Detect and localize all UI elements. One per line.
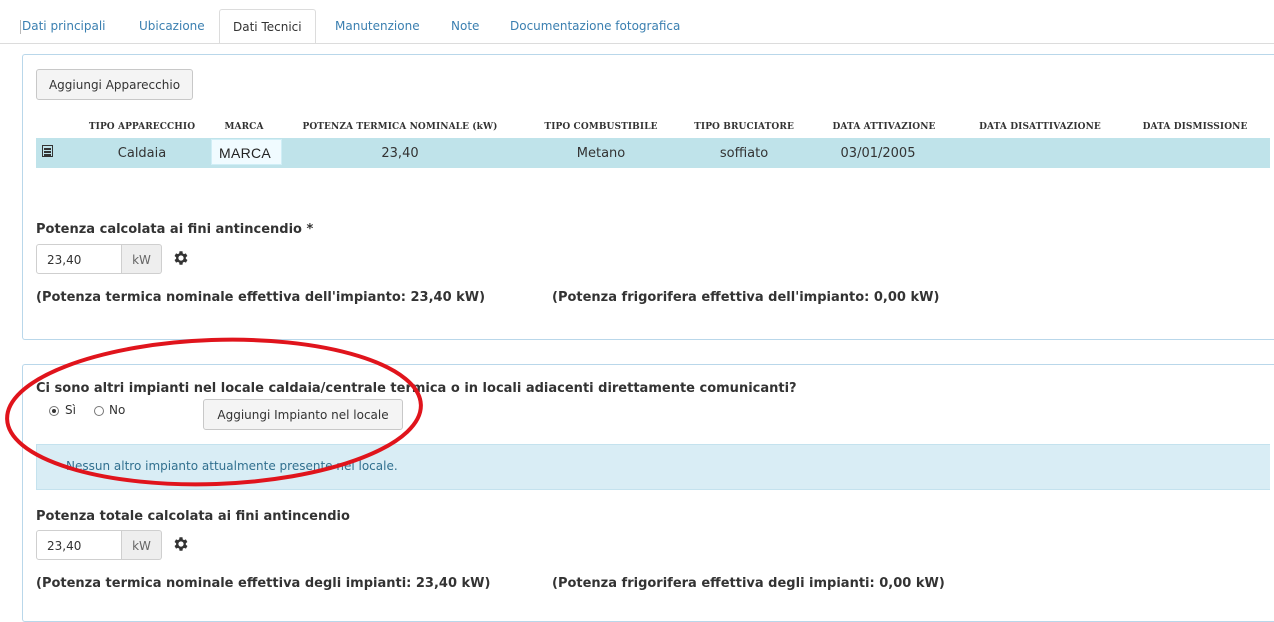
add-impianto-button[interactable]: Aggiungi Impianto nel locale — [203, 399, 403, 430]
potenza-frigorifera-impianti-note: (Potenza frigorifera effettiva degli imp… — [552, 576, 945, 591]
potenza-antincendio-input[interactable]: 23,40 — [36, 244, 122, 274]
tab-dati-principali[interactable]: Dati principali — [22, 19, 106, 33]
tab-manutenzione[interactable]: Manutenzione — [335, 19, 420, 33]
column-header: POTENZA TERMICA NOMINALE (kW) — [302, 122, 498, 132]
radio-si[interactable] — [49, 406, 59, 416]
gear-icon[interactable] — [172, 535, 190, 553]
list-icon[interactable] — [42, 145, 53, 157]
tab-ubicazione[interactable]: Ubicazione — [139, 19, 205, 33]
tab-divider — [20, 20, 21, 34]
column-header: TIPO BRUCIATORE — [694, 122, 794, 132]
tab-bar: Dati principali Ubicazione Dati Tecnici … — [0, 0, 1274, 44]
radio-si-label[interactable]: Sì — [65, 403, 76, 417]
potenza-totale-label: Potenza totale calcolata ai fini antince… — [36, 509, 350, 524]
gear-icon[interactable] — [172, 249, 190, 267]
cell-data-attivazione: 03/01/2005 — [840, 146, 916, 161]
column-header: MARCA — [224, 122, 264, 132]
unit-addon: kW — [122, 244, 162, 274]
potenza-termica-impianti-note: (Potenza termica nominale effettiva degl… — [36, 576, 491, 591]
tab-documentazione-fotografica[interactable]: Documentazione fotografica — [510, 19, 680, 33]
column-header: TIPO APPARECCHIO — [88, 122, 196, 132]
cell-tipo-combustibile: Metano — [576, 146, 626, 161]
altri-impianti-question: Ci sono altri impianti nel locale caldai… — [36, 381, 797, 396]
tab-note[interactable]: Note — [451, 19, 479, 33]
cell-tipo-apparecchio: Caldaia — [117, 146, 167, 161]
column-header: DATA DISMISSIONE — [1142, 122, 1248, 132]
column-header: TIPO COMBUSTIBILE — [544, 122, 658, 132]
radio-no[interactable] — [94, 406, 104, 416]
cell-tipo-bruciatore: soffiato — [719, 146, 769, 161]
add-apparecchio-button[interactable]: Aggiungi Apparecchio — [36, 69, 193, 100]
potenza-frigorifera-note: (Potenza frigorifera effettiva dell'impi… — [552, 290, 940, 305]
potenza-antincendio-label: Potenza calcolata ai fini antincendio * — [36, 222, 314, 237]
column-header: DATA ATTIVAZIONE — [832, 122, 936, 132]
potenza-totale-input[interactable]: 23,40 — [36, 530, 122, 560]
tab-dati-tecnici[interactable]: Dati Tecnici — [219, 9, 316, 44]
potenza-termica-note: (Potenza termica nominale effettiva dell… — [36, 290, 486, 305]
info-message: Nessun altro impianto attualmente presen… — [66, 459, 398, 473]
column-header: DATA DISATTIVAZIONE — [979, 122, 1101, 132]
radio-no-label[interactable]: No — [109, 403, 125, 417]
cell-marca: MARCA — [219, 145, 272, 161]
tab-baseline — [0, 43, 1274, 44]
unit-addon: kW — [122, 530, 162, 560]
cell-potenza: 23,40 — [381, 146, 419, 161]
